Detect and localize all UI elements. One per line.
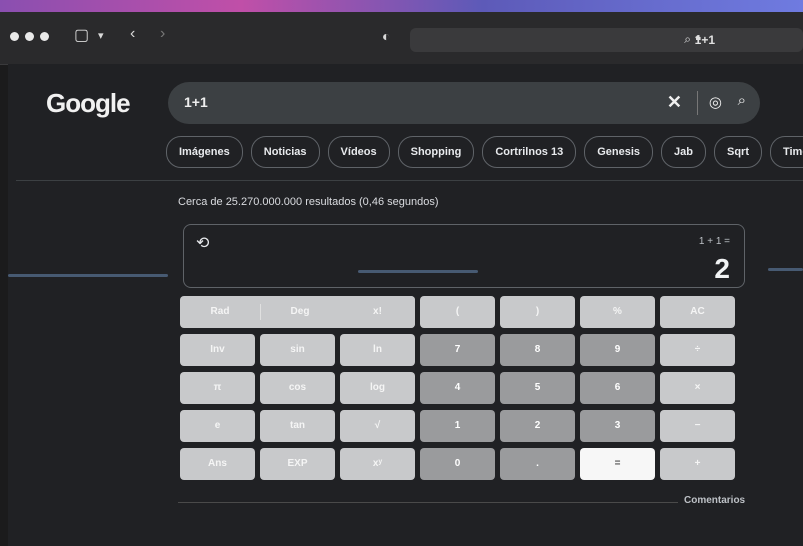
search-box[interactable]: 1+1 ✕ ◎ ⌕ bbox=[168, 82, 760, 124]
chip-news[interactable]: Noticias bbox=[250, 136, 320, 168]
clear-icon[interactable]: ✕ bbox=[667, 92, 682, 113]
key-percent[interactable]: % bbox=[580, 296, 655, 328]
key-e[interactable]: e bbox=[180, 410, 255, 442]
chip-7[interactable]: Sqrt bbox=[713, 136, 762, 168]
search-chips: Imágenes Noticias Vídeos Shopping Cortri… bbox=[166, 136, 803, 168]
chip-shopping[interactable]: Shopping bbox=[397, 136, 475, 168]
key-tan[interactable]: tan bbox=[260, 410, 335, 442]
address-bar[interactable]: ⌕ 🔒︎ 1+1 bbox=[410, 28, 803, 52]
header-divider bbox=[16, 180, 803, 181]
chevron-down-icon[interactable]: ▾ bbox=[98, 29, 104, 42]
window-controls[interactable] bbox=[10, 32, 49, 41]
screen-glare bbox=[8, 274, 168, 277]
key-log[interactable]: log bbox=[340, 372, 415, 404]
forward-icon[interactable]: › bbox=[160, 25, 165, 43]
key-power[interactable]: xʸ bbox=[340, 448, 415, 480]
key-divide[interactable]: ÷ bbox=[660, 334, 735, 366]
key-add[interactable]: + bbox=[660, 448, 735, 480]
search-icon: ⌕ bbox=[684, 32, 691, 46]
history-icon[interactable]: ⟲ bbox=[196, 233, 209, 253]
key-exp[interactable]: EXP bbox=[260, 448, 335, 480]
key-6[interactable]: 6 bbox=[580, 372, 655, 404]
key-sqrt[interactable]: √ bbox=[340, 410, 415, 442]
key-8[interactable]: 8 bbox=[500, 334, 575, 366]
footer-divider bbox=[178, 502, 678, 503]
lens-icon[interactable]: ◎ bbox=[709, 93, 722, 111]
screen-glare bbox=[768, 268, 803, 271]
calculator-keypad: Rad Deg x! ( ) % AC Inv sin ln 7 8 9 ÷ π… bbox=[180, 296, 740, 482]
key-sin[interactable]: sin bbox=[260, 334, 335, 366]
key-ln[interactable]: ln bbox=[340, 334, 415, 366]
search-divider bbox=[697, 91, 698, 115]
chip-6[interactable]: Jab bbox=[661, 136, 706, 168]
browser-toolbar: ▢ ▾ ‹ › ◐ ⌕ 🔒︎ 1+1 bbox=[0, 12, 803, 65]
chip-images[interactable]: Imágenes bbox=[166, 136, 243, 168]
key-subtract[interactable]: − bbox=[660, 410, 735, 442]
close-window-dot[interactable] bbox=[10, 32, 19, 41]
key-open-paren[interactable]: ( bbox=[420, 296, 495, 328]
key-4[interactable]: 4 bbox=[420, 372, 495, 404]
calculator-display: ⟲ 1 + 1 = 2 bbox=[183, 224, 745, 288]
key-0[interactable]: 0 bbox=[420, 448, 495, 480]
key-ans[interactable]: Ans bbox=[180, 448, 255, 480]
key-equals[interactable]: = bbox=[580, 448, 655, 480]
key-2[interactable]: 2 bbox=[500, 410, 575, 442]
key-cos[interactable]: cos bbox=[260, 372, 335, 404]
key-decimal[interactable]: . bbox=[500, 448, 575, 480]
key-inv[interactable]: Inv bbox=[180, 334, 255, 366]
key-9[interactable]: 9 bbox=[580, 334, 655, 366]
key-pi[interactable]: π bbox=[180, 372, 255, 404]
back-icon[interactable]: ‹ bbox=[130, 25, 135, 43]
key-7[interactable]: 7 bbox=[420, 334, 495, 366]
desktop-wallpaper-strip bbox=[0, 0, 803, 12]
search-input[interactable]: 1+1 bbox=[184, 94, 208, 110]
chip-videos[interactable]: Vídeos bbox=[327, 136, 390, 168]
chip-5[interactable]: Genesis bbox=[584, 136, 654, 168]
key-5[interactable]: 5 bbox=[500, 372, 575, 404]
key-all-clear[interactable]: AC bbox=[660, 296, 735, 328]
key-multiply[interactable]: × bbox=[660, 372, 735, 404]
calculator-result: 2 bbox=[714, 253, 730, 284]
chip-4[interactable]: Cortrilnos 13 bbox=[482, 136, 577, 168]
address-text: 1+1 bbox=[694, 33, 715, 47]
maximize-window-dot[interactable] bbox=[40, 32, 49, 41]
key-factorial[interactable]: x! bbox=[340, 296, 415, 328]
google-logo[interactable]: Google bbox=[46, 88, 131, 119]
key-close-paren[interactable]: ) bbox=[500, 296, 575, 328]
key-3[interactable]: 3 bbox=[580, 410, 655, 442]
comments-link[interactable]: Comentarios bbox=[684, 495, 745, 506]
key-1[interactable]: 1 bbox=[420, 410, 495, 442]
calculator-expression: 1 + 1 = bbox=[698, 236, 730, 247]
page-content: Google 1+1 ✕ ◎ ⌕ Imágenes Noticias Vídeo… bbox=[8, 64, 803, 546]
deg-label[interactable]: Deg bbox=[260, 296, 340, 328]
shield-icon[interactable]: ◐ bbox=[382, 28, 390, 44]
minimize-window-dot[interactable] bbox=[25, 32, 34, 41]
sidebar-icon[interactable]: ▢ bbox=[74, 25, 89, 45]
results-stats: Cerca de 25.270.000.000 resultados (0,46… bbox=[178, 196, 439, 208]
screen-glare bbox=[358, 270, 478, 273]
search-icon[interactable]: ⌕ bbox=[738, 92, 746, 109]
rad-label[interactable]: Rad bbox=[180, 296, 260, 328]
chip-8[interactable]: Timeline bbox=[769, 136, 803, 168]
